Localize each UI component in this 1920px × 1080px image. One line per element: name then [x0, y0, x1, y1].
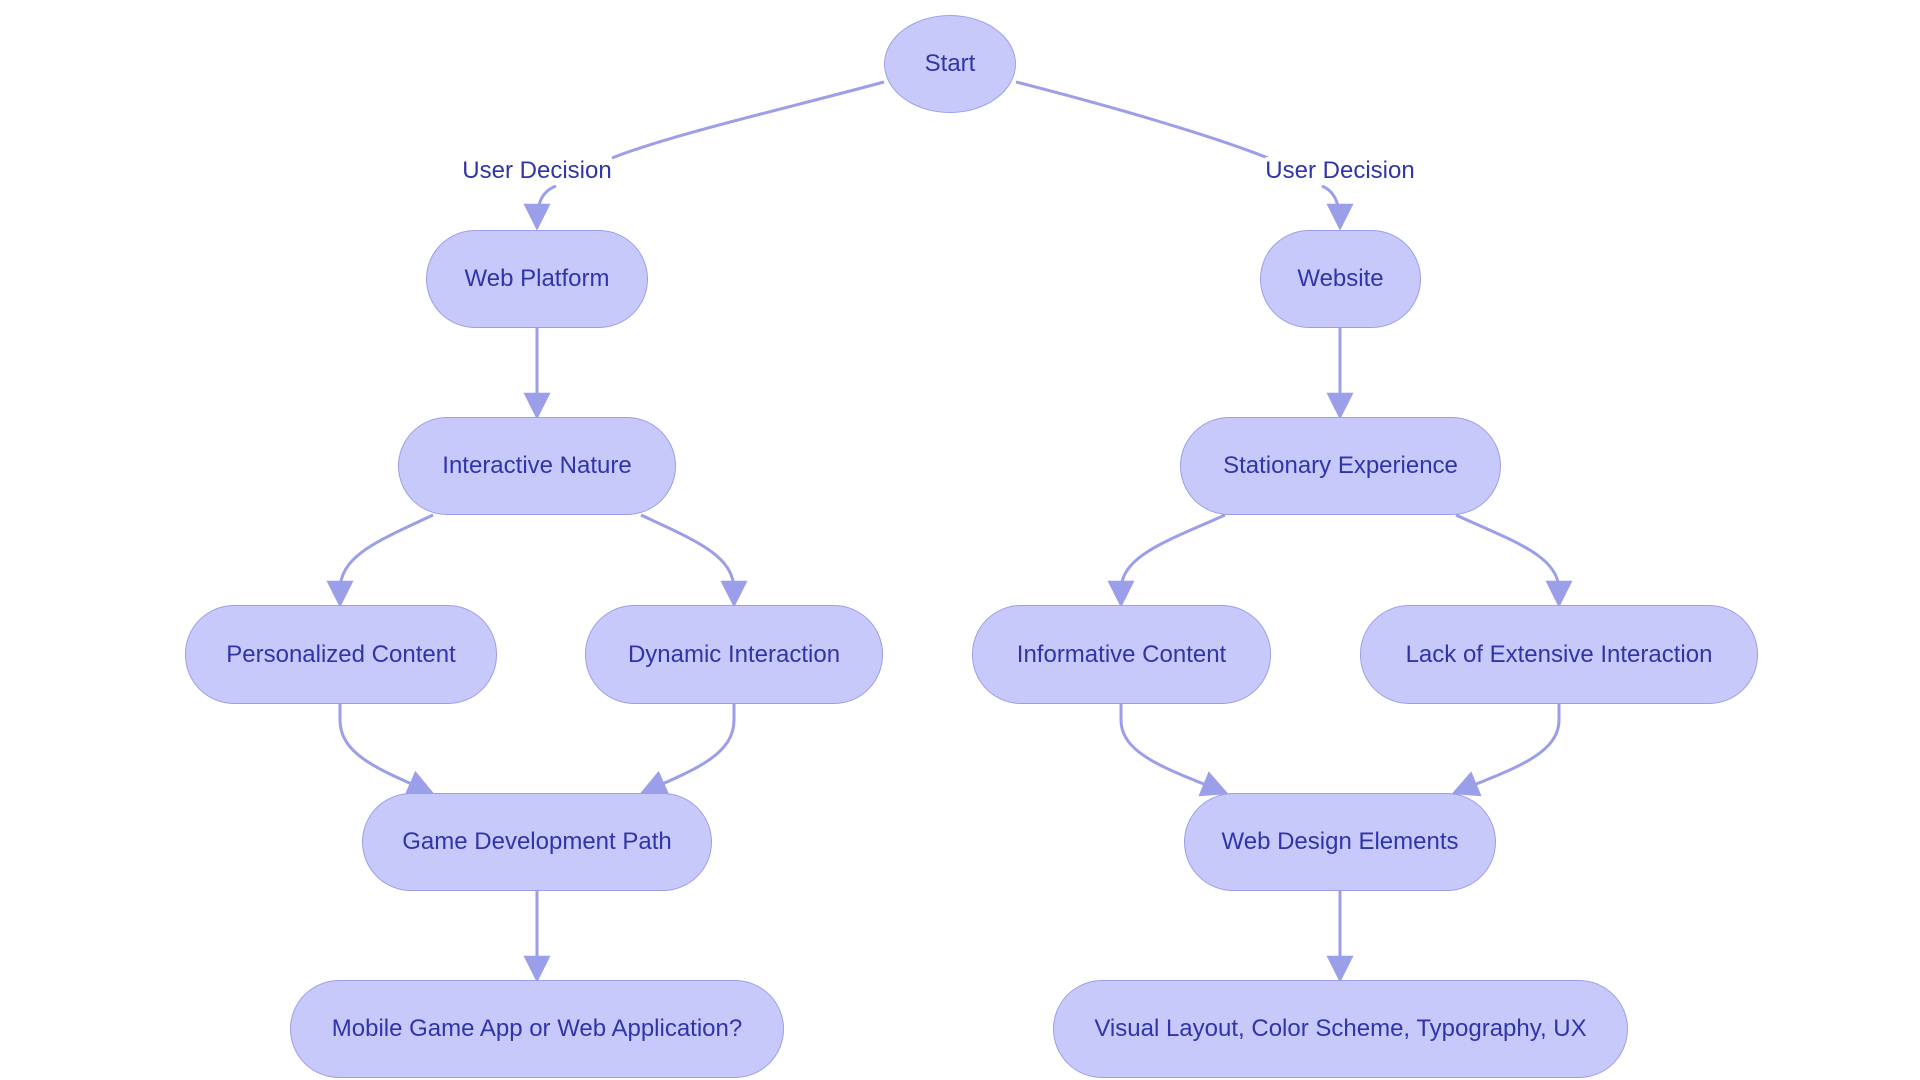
- node-game-development-path[interactable]: Game Development Path: [362, 793, 712, 891]
- node-dynamic-interaction[interactable]: Dynamic Interaction: [585, 605, 883, 704]
- node-web-platform[interactable]: Web Platform: [426, 230, 648, 328]
- edge-label-left-web-platform: [523, 184, 557, 231]
- edge-start-website: [1015, 80, 1269, 160]
- edge-stationary-lack: [1455, 513, 1573, 608]
- edge-dynamic-gamedev: [639, 704, 736, 796]
- node-personalized-content[interactable]: Personalized Content: [185, 605, 497, 704]
- edge-lack-webdesign: [1451, 704, 1561, 797]
- edge-informative-webdesign: [1119, 704, 1229, 797]
- edge-stationary-informative: [1107, 513, 1226, 608]
- edge-start-web-platform: [611, 80, 885, 160]
- edges-layer: [326, 80, 1573, 983]
- node-interactive-nature[interactable]: Interactive Nature: [398, 417, 676, 515]
- edge-label-right-website: [1321, 184, 1354, 231]
- node-informative-content[interactable]: Informative Content: [972, 605, 1271, 704]
- edge-interactive-dynamic: [640, 513, 748, 608]
- node-lack-of-extensive-interaction[interactable]: Lack of Extensive Interaction: [1360, 605, 1758, 704]
- node-web-design-elements[interactable]: Web Design Elements: [1184, 793, 1496, 891]
- edge-label-user-decision-left: User Decision: [462, 157, 612, 185]
- node-website[interactable]: Website: [1260, 230, 1421, 328]
- edge-label-user-decision-right: User Decision: [1265, 157, 1415, 185]
- node-mobile-or-web-application[interactable]: Mobile Game App or Web Application?: [290, 980, 784, 1078]
- node-visual-layout[interactable]: Visual Layout, Color Scheme, Typography,…: [1053, 980, 1628, 1078]
- node-start[interactable]: Start: [884, 15, 1016, 113]
- edge-interactive-personalized: [326, 513, 434, 608]
- edge-personalized-gamedev: [338, 704, 435, 796]
- node-stationary-experience[interactable]: Stationary Experience: [1180, 417, 1501, 515]
